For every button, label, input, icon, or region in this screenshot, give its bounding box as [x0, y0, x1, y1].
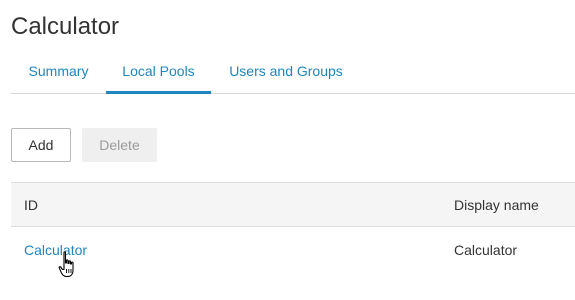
tab-users-and-groups[interactable]: Users and Groups	[211, 58, 361, 94]
delete-button[interactable]: Delete	[82, 128, 157, 162]
table-row: Calculator Calculator	[11, 228, 575, 272]
tab-summary[interactable]: Summary	[11, 58, 106, 94]
pools-table: ID Display name Calculator Calculator	[11, 182, 575, 300]
column-header-id[interactable]: ID	[24, 183, 38, 227]
row-display-name: Calculator	[454, 242, 518, 258]
tab-bar: Summary Local Pools Users and Groups	[11, 58, 575, 94]
add-button[interactable]: Add	[11, 128, 71, 162]
hand-pointer-icon	[58, 251, 74, 278]
column-header-display-name[interactable]: Display name	[454, 183, 539, 227]
tab-local-pools[interactable]: Local Pools	[106, 58, 211, 94]
page-title: Calculator	[11, 13, 120, 40]
table-header: ID Display name	[11, 183, 575, 227]
